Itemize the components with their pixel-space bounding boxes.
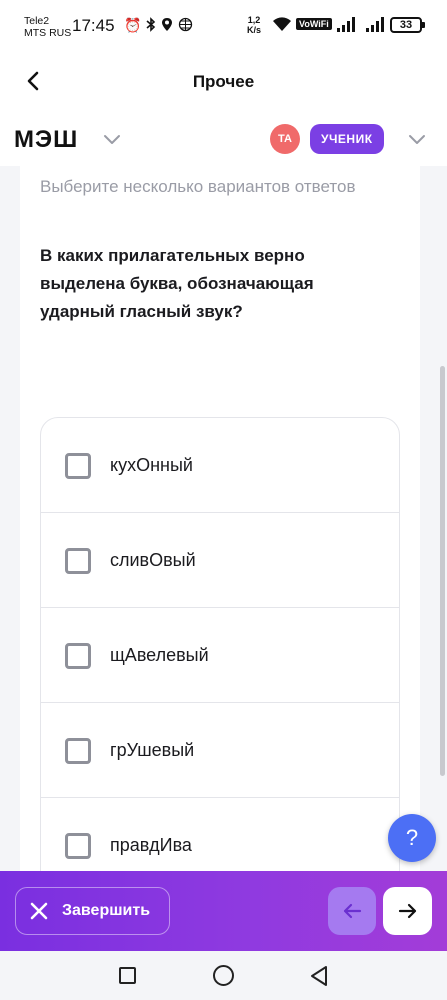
carrier-info: Tele2 MTS RUS xyxy=(24,15,71,39)
answer-option-label: сливОвый xyxy=(110,550,196,570)
help-label: ? xyxy=(405,825,419,850)
arrow-left-icon xyxy=(343,903,362,919)
recent-apps-icon[interactable] xyxy=(119,967,136,984)
signal-icon xyxy=(337,17,355,32)
vowifi-badge: VoWiFi xyxy=(296,18,332,30)
bluetooth-icon xyxy=(146,17,156,35)
answer-options: кухОнный сливОвый щАвелевый грУшевый пра… xyxy=(40,417,400,917)
clock: 17:45 xyxy=(72,16,115,35)
home-icon[interactable] xyxy=(213,965,234,986)
scrollbar[interactable] xyxy=(440,366,445,776)
checkbox[interactable] xyxy=(65,738,91,764)
role-badge[interactable]: УЧЕНИК xyxy=(310,124,384,154)
answer-option[interactable]: кухОнный xyxy=(41,418,399,513)
answer-option-label: правдИва xyxy=(110,835,192,855)
logo: МЭШ xyxy=(14,126,79,153)
close-icon xyxy=(30,902,48,920)
previous-question-button[interactable] xyxy=(328,887,376,935)
checkbox[interactable] xyxy=(65,548,91,574)
status-bar: Tele2 MTS RUS 17:45 ⏰ 1,2 K/s VoWiFi 33 xyxy=(0,0,447,52)
avatar[interactable]: ТА xyxy=(270,124,300,154)
network-speed-value: 1,2 xyxy=(247,15,261,25)
brand-bar: МЭШ ТА УЧЕНИК xyxy=(0,112,447,166)
signal-icon-2 xyxy=(366,17,384,32)
app-header: Прочее xyxy=(0,52,447,112)
answer-option[interactable]: грУшевый xyxy=(41,703,399,798)
next-question-button[interactable] xyxy=(383,887,432,935)
answer-option-label: щАвелевый xyxy=(110,645,209,665)
back-triangle-icon[interactable] xyxy=(309,965,329,987)
carrier-2: MTS RUS xyxy=(24,27,72,39)
vpn-globe-icon xyxy=(178,17,193,35)
answer-option[interactable]: сливОвый xyxy=(41,513,399,608)
question-text: В каких прилагательных верно выделена бу… xyxy=(40,246,314,321)
help-button[interactable]: ? xyxy=(388,814,436,862)
checkbox[interactable] xyxy=(65,833,91,859)
question-card: Выберите несколько вариантов ответов В к… xyxy=(20,166,420,917)
location-icon xyxy=(161,17,173,35)
arrow-right-icon xyxy=(398,903,416,919)
checkbox[interactable] xyxy=(65,453,91,479)
chevron-down-icon[interactable] xyxy=(407,132,427,146)
checkbox[interactable] xyxy=(65,643,91,669)
page-title: Прочее xyxy=(192,72,255,91)
finish-button-label: Завершить xyxy=(62,902,151,919)
system-navigation-bar xyxy=(0,951,447,1000)
answer-option-label: кухОнный xyxy=(110,455,193,475)
network-speed: 1,2 K/s xyxy=(247,15,261,35)
wifi-icon xyxy=(273,17,291,31)
alarm-icon: ⏰ xyxy=(124,17,142,33)
answer-hint: Выберите несколько вариантов ответов xyxy=(40,177,356,196)
battery-icon: 33 xyxy=(390,17,425,33)
answer-option-label: грУшевый xyxy=(110,740,195,760)
finish-button[interactable]: Завершить xyxy=(15,887,170,935)
bottom-action-bar: Завершить xyxy=(0,871,447,951)
answer-option[interactable]: щАвелевый xyxy=(41,608,399,703)
carrier-1: Tele2 xyxy=(24,15,50,27)
network-speed-unit: K/s xyxy=(247,25,262,35)
notification-icons: ⏰ xyxy=(124,17,193,35)
chevron-down-icon[interactable] xyxy=(102,132,122,146)
